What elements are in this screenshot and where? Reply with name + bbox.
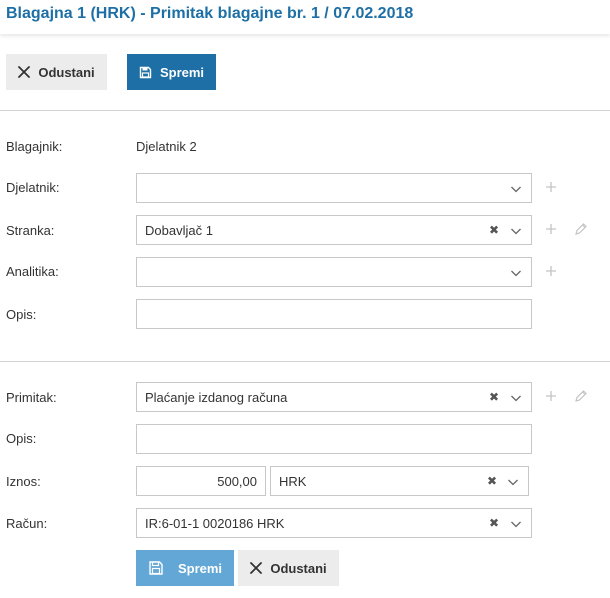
- receipt-type-select[interactable]: Plaćanje izdanog računa ✖: [136, 382, 532, 412]
- chevron-down-icon[interactable]: [510, 225, 522, 237]
- employee-label: Djelatnik:: [6, 180, 60, 195]
- amount-label: Iznos:: [6, 474, 41, 489]
- employee-select[interactable]: [136, 173, 532, 203]
- add-party-plus-icon[interactable]: [544, 222, 558, 236]
- item-cancel-button[interactable]: Odustani: [238, 550, 339, 586]
- close-icon: [18, 66, 31, 78]
- save-button[interactable]: Spremi: [127, 54, 216, 90]
- close-icon: [250, 562, 263, 574]
- cashier-label: Blagajnik:: [6, 139, 63, 154]
- item-cancel-button-label: Odustani: [270, 560, 327, 576]
- chevron-down-icon[interactable]: [510, 518, 522, 530]
- floppy-disk-icon: [148, 560, 164, 576]
- edit-receipt-type-pencil-icon[interactable]: [574, 389, 588, 403]
- add-analytics-plus-icon[interactable]: [544, 264, 558, 278]
- party-select-value: Dobavljač 1: [145, 223, 213, 238]
- page-header: Blagajna 1 (HRK) - Primitak blagajne br.…: [0, 0, 610, 34]
- item-description-input[interactable]: [136, 424, 532, 454]
- clear-x-icon[interactable]: ✖: [489, 391, 499, 403]
- party-label: Stranka:: [6, 223, 55, 238]
- chevron-down-icon[interactable]: [510, 183, 522, 195]
- item-save-button[interactable]: Spremi: [136, 550, 234, 586]
- chevron-down-icon[interactable]: [507, 476, 519, 488]
- receipt-label: Primitak:: [6, 390, 57, 405]
- clear-x-icon[interactable]: ✖: [487, 475, 497, 487]
- receipt-type-select-value: Plaćanje izdanog računa: [145, 390, 288, 405]
- page-title: Blagajna 1 (HRK) - Primitak blagajne br.…: [6, 5, 414, 22]
- analytics-select[interactable]: [136, 257, 532, 287]
- add-receipt-type-plus-icon[interactable]: [544, 389, 558, 403]
- divider: [0, 361, 610, 362]
- item-save-button-label: Spremi: [177, 560, 223, 576]
- invoice-select-value: IR:6-01-1 0020186 HRK: [145, 516, 285, 531]
- cancel-button[interactable]: Odustani: [6, 54, 107, 90]
- chevron-down-icon[interactable]: [510, 267, 522, 279]
- amount-input[interactable]: [136, 466, 266, 496]
- clear-x-icon[interactable]: ✖: [489, 517, 499, 529]
- edit-party-pencil-icon[interactable]: [574, 222, 588, 236]
- party-select[interactable]: Dobavljač 1 ✖: [136, 215, 532, 245]
- save-button-label: Spremi: [159, 64, 205, 80]
- description-label: Opis:: [6, 307, 37, 322]
- cashier-value: Djelatnik 2: [136, 139, 197, 154]
- invoice-select[interactable]: IR:6-01-1 0020186 HRK ✖: [136, 508, 532, 538]
- add-employee-plus-icon[interactable]: [544, 180, 558, 194]
- chevron-down-icon[interactable]: [510, 392, 522, 404]
- description-input[interactable]: [136, 299, 532, 329]
- analytics-label: Analitika:: [6, 264, 59, 279]
- floppy-disk-icon: [139, 66, 152, 79]
- item-description-label: Opis:: [6, 431, 37, 446]
- clear-x-icon[interactable]: ✖: [489, 224, 499, 236]
- invoice-label: Račun:: [6, 516, 48, 531]
- divider: [0, 110, 610, 111]
- cancel-button-label: Odustani: [38, 64, 95, 80]
- currency-select[interactable]: HRK ✖: [270, 466, 529, 496]
- currency-select-value: HRK: [279, 474, 307, 489]
